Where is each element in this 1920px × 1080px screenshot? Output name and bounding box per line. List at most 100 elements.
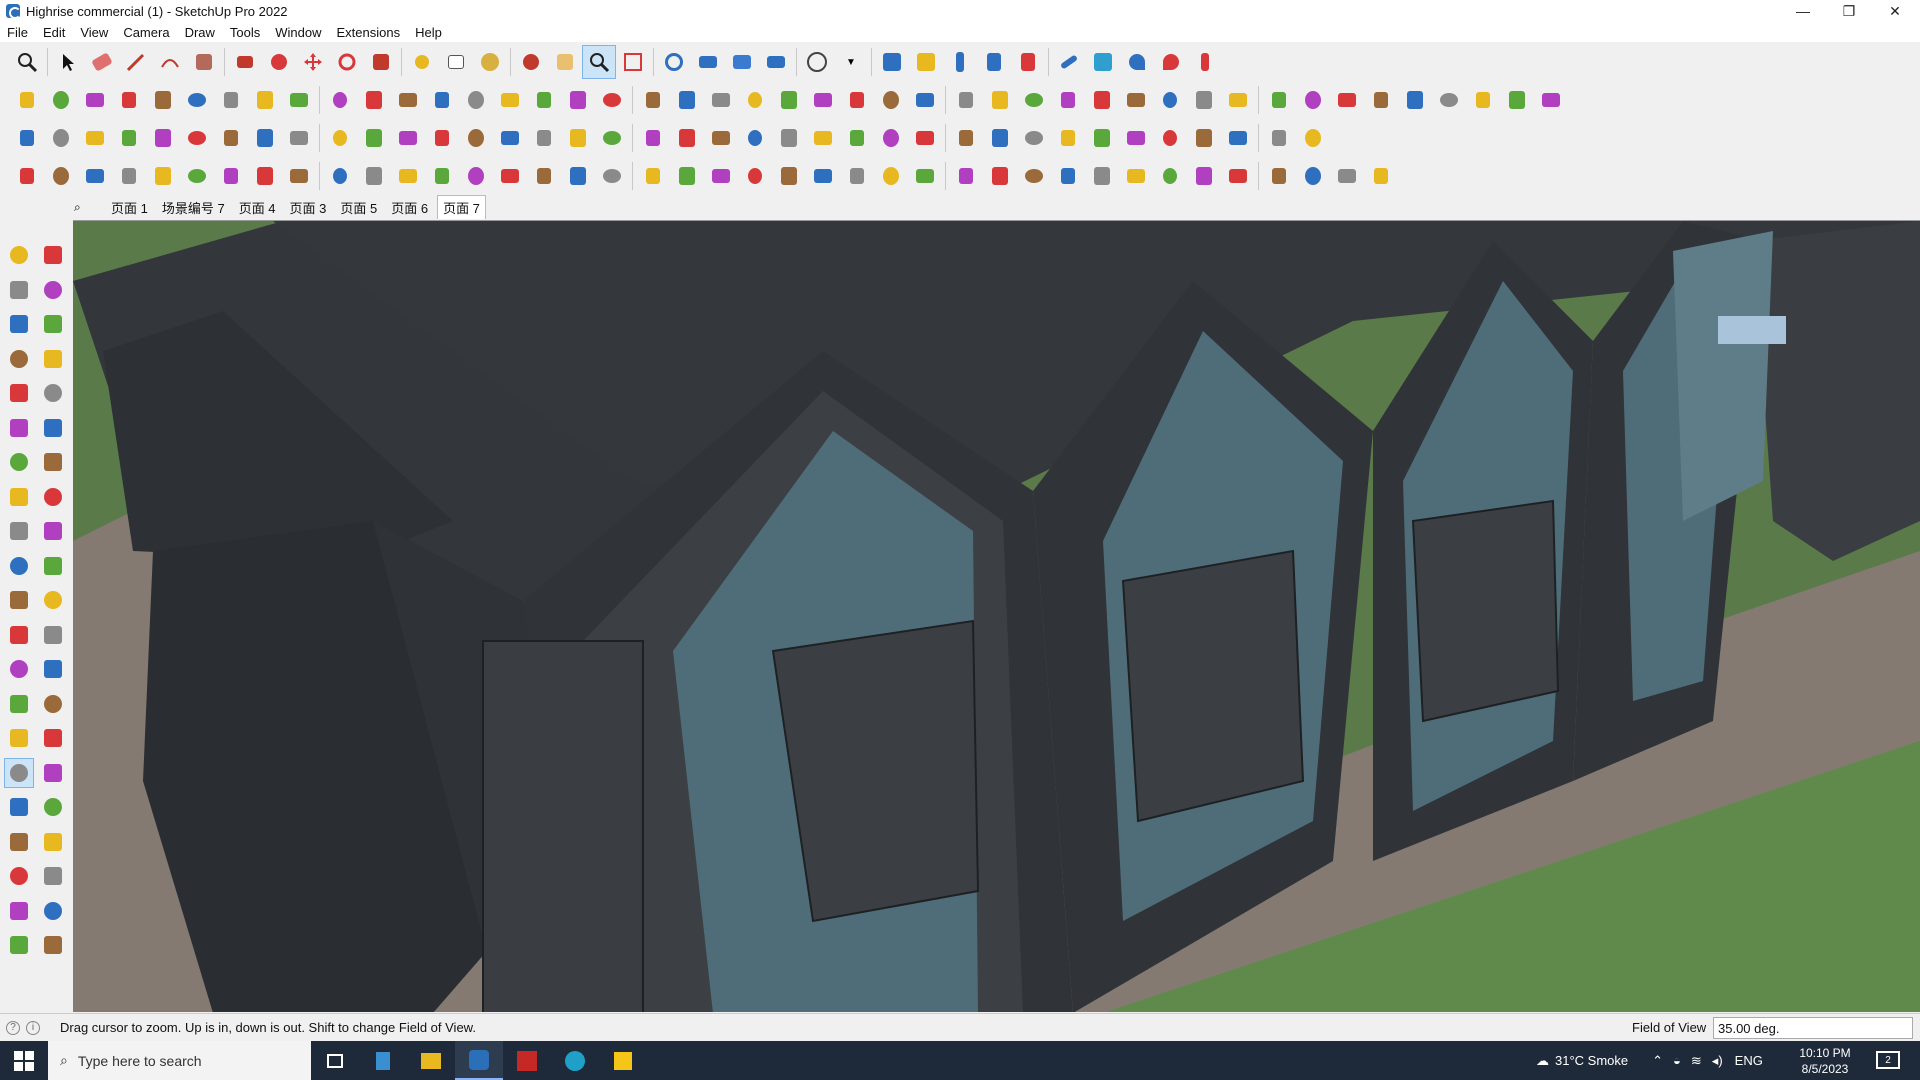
- left-tool-button[interactable]: [38, 792, 68, 822]
- style-shaded-button[interactable]: [759, 45, 793, 79]
- scene-tab[interactable]: 页面 3: [285, 196, 332, 219]
- left-tool-button[interactable]: [4, 551, 34, 581]
- left-tool-button[interactable]: [38, 689, 68, 719]
- tool-button[interactable]: [1051, 121, 1085, 155]
- left-tool-button[interactable]: [38, 447, 68, 477]
- tool-button[interactable]: [180, 121, 214, 155]
- tool-button[interactable]: [561, 121, 595, 155]
- left-tool-button[interactable]: [38, 413, 68, 443]
- tool-button[interactable]: [459, 159, 493, 193]
- tool-button[interactable]: [493, 121, 527, 155]
- sort-up-button[interactable]: [977, 45, 1011, 79]
- left-tool-button[interactable]: [4, 309, 34, 339]
- tool-button[interactable]: [282, 159, 316, 193]
- tool-button[interactable]: [1017, 159, 1051, 193]
- info-icon[interactable]: i: [26, 1020, 40, 1035]
- left-tool-button[interactable]: [4, 654, 34, 684]
- scene-tab-active[interactable]: 页面 7: [437, 195, 486, 219]
- tool-button[interactable]: [78, 121, 112, 155]
- tool-button[interactable]: [391, 83, 425, 117]
- left-tool-button[interactable]: [4, 757, 34, 788]
- tool-button[interactable]: [738, 83, 772, 117]
- tool-button[interactable]: [323, 159, 357, 193]
- tool-button[interactable]: [1221, 121, 1255, 155]
- tool-button[interactable]: [1051, 83, 1085, 117]
- tool-button[interactable]: [1364, 83, 1398, 117]
- push-pull-button[interactable]: [228, 45, 262, 79]
- rectangle-button[interactable]: [187, 45, 221, 79]
- tool-button[interactable]: [1017, 121, 1051, 155]
- paint-bucket-button[interactable]: [473, 45, 507, 79]
- tool-button[interactable]: [1153, 121, 1187, 155]
- share-model-button[interactable]: [909, 45, 943, 79]
- edge-browser-button[interactable]: [551, 1041, 599, 1080]
- select-button[interactable]: [51, 45, 85, 79]
- language-indicator[interactable]: ENG: [1735, 1053, 1763, 1068]
- tool-button[interactable]: [248, 159, 282, 193]
- tool-button[interactable]: [180, 159, 214, 193]
- style-wire-button[interactable]: [691, 45, 725, 79]
- tool-button[interactable]: [983, 121, 1017, 155]
- tool-button[interactable]: [214, 83, 248, 117]
- tool-button[interactable]: [1187, 83, 1221, 117]
- pan-button[interactable]: [548, 45, 582, 79]
- tool-button[interactable]: [44, 83, 78, 117]
- tool-button[interactable]: [1534, 83, 1568, 117]
- tool-button[interactable]: [1051, 159, 1085, 193]
- scene-search-icon[interactable]: ⌕: [74, 200, 94, 215]
- tray-chevron-up-icon[interactable]: ⌃: [1652, 1053, 1663, 1069]
- scene-tab[interactable]: 页面 4: [234, 196, 281, 219]
- tool-button[interactable]: [527, 121, 561, 155]
- left-tool-button[interactable]: [4, 447, 34, 477]
- warehouse-button[interactable]: [875, 45, 909, 79]
- tool-button[interactable]: [248, 83, 282, 117]
- tool-button[interactable]: [983, 159, 1017, 193]
- tool-button[interactable]: [44, 121, 78, 155]
- tool-button[interactable]: [459, 121, 493, 155]
- tool-button[interactable]: [874, 121, 908, 155]
- left-tool-button[interactable]: [38, 482, 68, 512]
- left-tool-button[interactable]: [4, 620, 34, 650]
- left-tool-button[interactable]: [38, 585, 68, 615]
- left-tool-button[interactable]: [4, 861, 34, 891]
- tool-button[interactable]: [180, 83, 214, 117]
- tool-button[interactable]: [1085, 83, 1119, 117]
- minimize-button[interactable]: —: [1780, 0, 1826, 22]
- tool-button[interactable]: [10, 121, 44, 155]
- scene-tab[interactable]: 页面 6: [386, 196, 433, 219]
- left-tool-button[interactable]: [38, 240, 68, 270]
- tool-button[interactable]: [772, 121, 806, 155]
- tool-button[interactable]: [704, 159, 738, 193]
- tool-button[interactable]: [806, 121, 840, 155]
- tool-button[interactable]: [214, 159, 248, 193]
- tool-button[interactable]: [459, 83, 493, 117]
- tool-button[interactable]: [78, 159, 112, 193]
- model-viewport[interactable]: [73, 220, 1920, 1012]
- tool-button[interactable]: [1187, 121, 1221, 155]
- tool-button[interactable]: [670, 159, 704, 193]
- left-tool-button[interactable]: [4, 930, 34, 960]
- left-tool-button[interactable]: [4, 689, 34, 719]
- tool-button[interactable]: [595, 83, 629, 117]
- tool-button[interactable]: [112, 159, 146, 193]
- tool-button[interactable]: [1153, 83, 1187, 117]
- scene-tab[interactable]: 页面 1: [106, 196, 153, 219]
- tool-button[interactable]: [1153, 159, 1187, 193]
- scene-tab[interactable]: 场景编号 7: [157, 196, 230, 219]
- menu-window[interactable]: Window: [275, 25, 321, 40]
- tool-button[interactable]: [1119, 83, 1153, 117]
- tool-button[interactable]: [425, 159, 459, 193]
- tool-button[interactable]: [983, 83, 1017, 117]
- move-button[interactable]: [296, 45, 330, 79]
- tool-button[interactable]: [738, 121, 772, 155]
- tool-button[interactable]: [908, 83, 942, 117]
- tool-button[interactable]: [636, 159, 670, 193]
- scale-button[interactable]: [364, 45, 398, 79]
- left-tool-button[interactable]: [38, 378, 68, 408]
- tool-button[interactable]: [1364, 159, 1398, 193]
- tool-button[interactable]: [357, 121, 391, 155]
- tool-button[interactable]: [772, 159, 806, 193]
- geo-location-icon[interactable]: ?: [6, 1020, 20, 1035]
- redo-button[interactable]: [1154, 45, 1188, 79]
- tool-button[interactable]: [282, 121, 316, 155]
